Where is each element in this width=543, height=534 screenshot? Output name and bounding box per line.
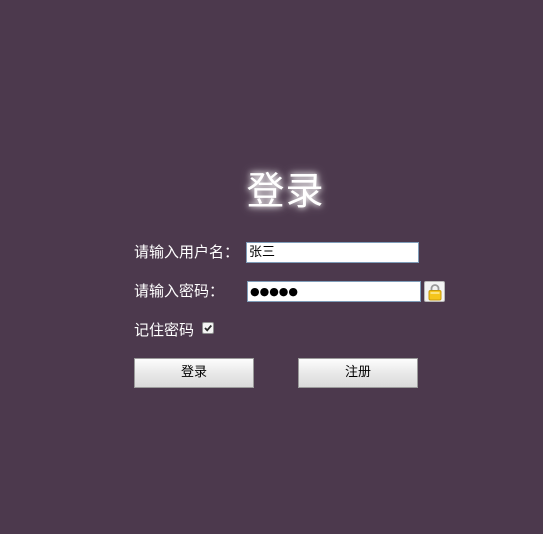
remember-checkbox[interactable] (202, 322, 214, 334)
login-button[interactable]: 登录 (134, 358, 254, 388)
password-lock-button[interactable] (424, 281, 445, 302)
password-label: 请输入密码： (134, 282, 225, 300)
page-title: 登录 (246, 169, 325, 213)
username-label: 请输入用户名： (134, 243, 240, 261)
password-field[interactable]: ●●●●● (247, 281, 421, 302)
check-icon (204, 324, 212, 332)
username-field[interactable]: 张三 (246, 242, 419, 263)
remember-label: 记住密码 (134, 321, 195, 339)
register-button[interactable]: 注册 (298, 358, 418, 388)
